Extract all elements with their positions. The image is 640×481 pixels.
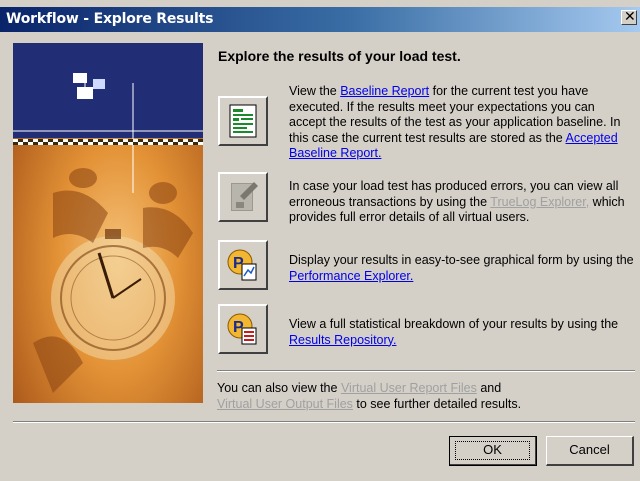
baseline-report-button[interactable]	[218, 96, 268, 146]
window-title: Workflow - Explore Results	[6, 11, 214, 27]
focus-rectangle	[455, 441, 530, 460]
results-repository-description: View a full statistical breakdown of you…	[289, 317, 619, 347]
button-separator	[13, 421, 635, 423]
virtual-user-report-files-link[interactable]: Virtual User Report Files	[341, 381, 477, 395]
results-repository-link[interactable]: Results Repository.	[289, 333, 396, 347]
results-repository-button[interactable]: P	[218, 304, 268, 354]
cancel-button[interactable]: Cancel	[546, 436, 634, 466]
banner-illustration	[13, 43, 203, 403]
truelog-explorer-icon	[231, 182, 258, 211]
title-bar[interactable]: Workflow - Explore Results ✕	[0, 7, 640, 32]
performance-explorer-link[interactable]: Performance Explorer.	[289, 269, 413, 283]
performance-explorer-icon: P	[227, 249, 257, 281]
results-repository-icon: P	[227, 313, 257, 345]
truelog-explorer-button[interactable]	[218, 172, 268, 222]
baseline-report-link[interactable]: Baseline Report	[340, 84, 429, 98]
close-button[interactable]: ✕	[621, 9, 637, 25]
close-icon: ✕	[624, 9, 636, 25]
baseline-report-description: View the Baseline Report for the current…	[289, 84, 621, 160]
performance-explorer-description: Display your results in easy-to-see grap…	[289, 253, 634, 283]
dialog-heading: Explore the results of your load test.	[218, 48, 461, 64]
explore-results-dialog: Workflow - Explore Results ✕ Explore the…	[0, 0, 640, 481]
virtual-user-output-files-link[interactable]: Virtual User Output Files	[217, 397, 353, 411]
workflow-banner-image	[13, 43, 203, 403]
truelog-explorer-description: In case your load test has produced erro…	[289, 179, 625, 224]
baseline-report-icon	[229, 104, 257, 138]
footer-description: You can also view the Virtual User Repor…	[217, 381, 522, 411]
truelog-explorer-link[interactable]: TrueLog Explorer,	[490, 195, 589, 209]
performance-explorer-button[interactable]: P	[218, 240, 268, 290]
separator	[217, 370, 635, 372]
ok-button[interactable]: OK	[449, 436, 537, 466]
